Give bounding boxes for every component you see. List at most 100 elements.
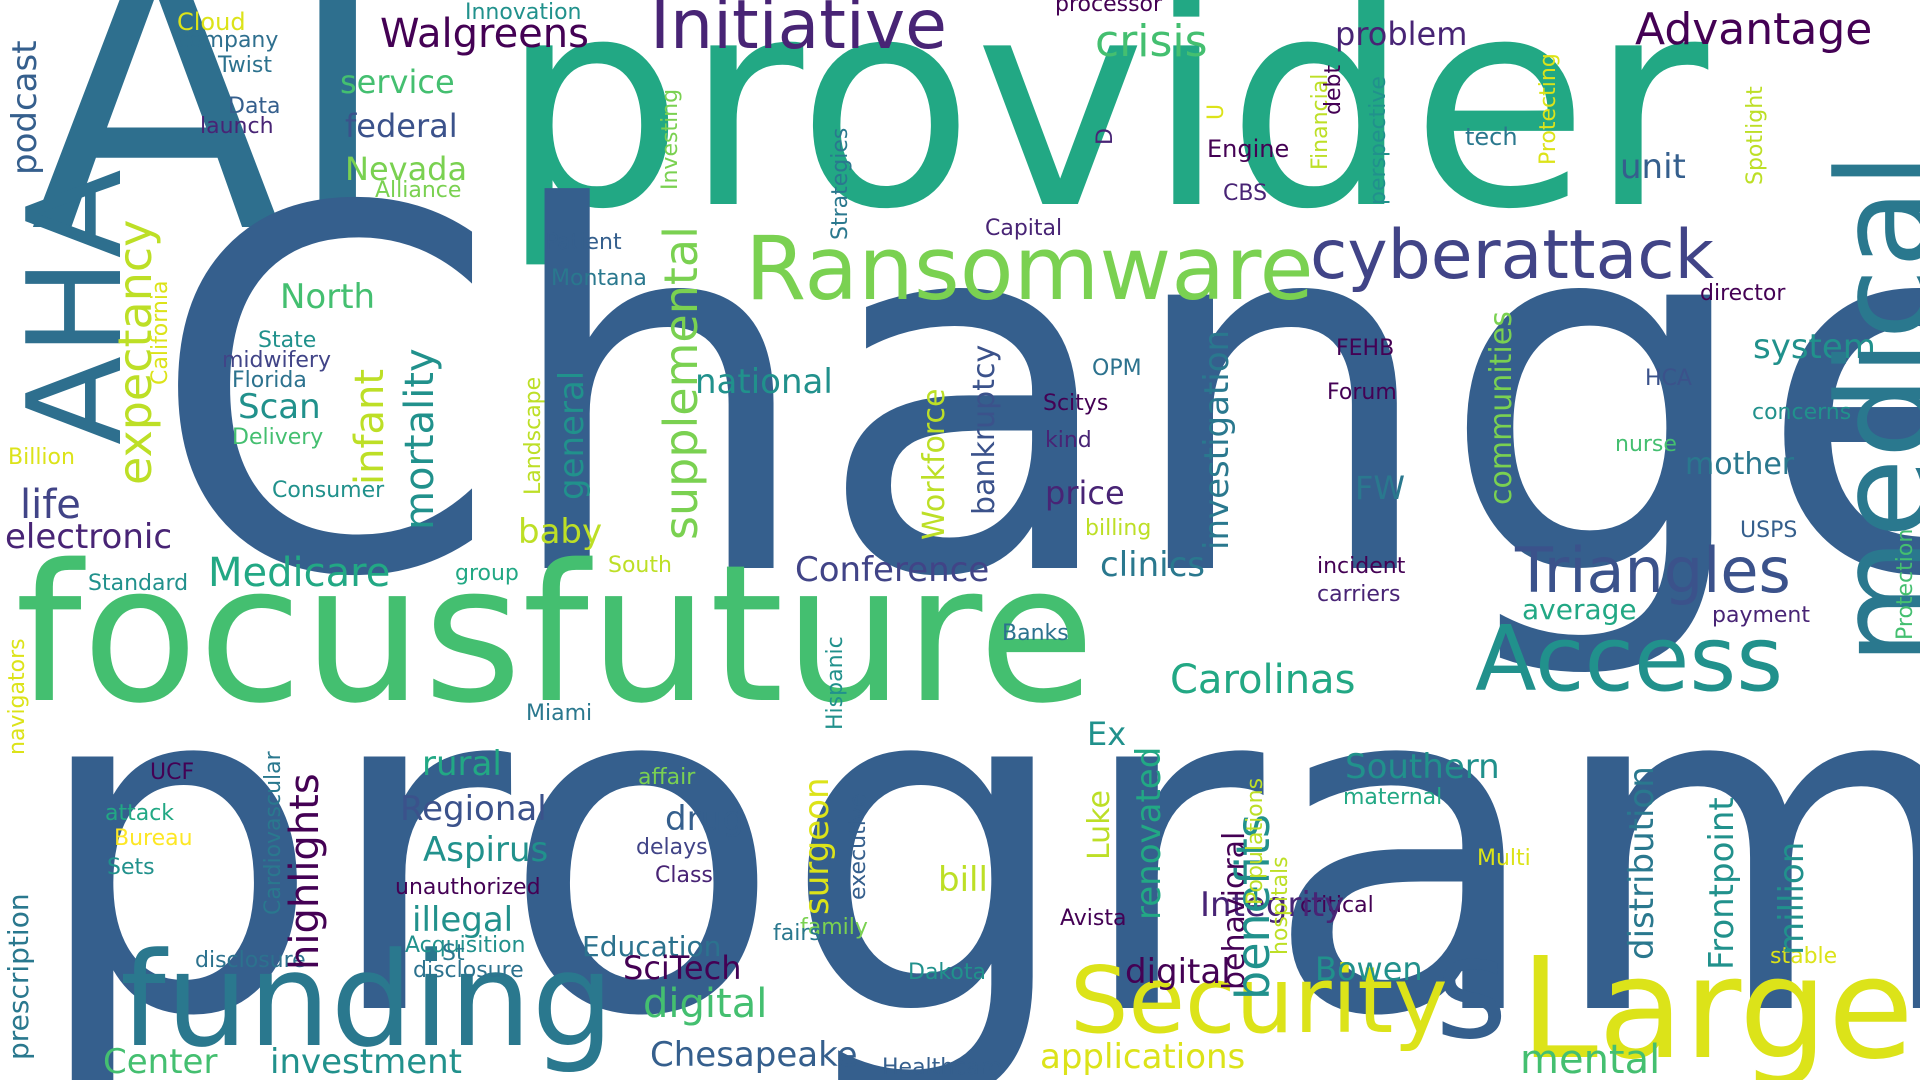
word-healthcare: Healthcare — [882, 1055, 1002, 1080]
word-alliance: Alliance — [375, 178, 462, 203]
word-navigators: navigators — [5, 638, 30, 755]
word-investment: investment — [270, 1042, 462, 1080]
word-clinics: clinics — [1100, 545, 1205, 585]
word-medicare: Medicare — [208, 550, 391, 596]
word-investing: Investing — [658, 88, 683, 190]
word-conference: Conference — [795, 550, 990, 590]
word-ucf: UCF — [150, 760, 195, 785]
word-unauthorized: unauthorized — [395, 875, 541, 900]
word-standard: Standard — [88, 571, 189, 596]
word-price: price — [1045, 474, 1125, 512]
word-launch: launch — [200, 114, 274, 139]
word-st-letter: fairs — [773, 921, 821, 946]
word-perspective: perspective — [1366, 76, 1391, 205]
word-critical: illegal — [412, 900, 514, 940]
word-center: Center — [103, 1042, 218, 1080]
word-protecting: Protecting — [1536, 53, 1561, 165]
word-twist: Twist — [218, 53, 272, 78]
word-infant: infant — [347, 368, 393, 485]
word-populations: Populations — [1243, 777, 1268, 905]
word-communities: communities — [1484, 311, 1519, 505]
word-north: North — [280, 277, 376, 317]
word-director: director — [1700, 281, 1786, 306]
word-drug: drug — [665, 799, 744, 839]
word-tech: tech — [1465, 123, 1518, 151]
word-attack: attack — [105, 801, 175, 826]
word-avista: Avista — [1060, 906, 1127, 931]
word-cloud: AI provider Change focusfuture program R… — [0, 0, 1920, 1080]
word-engine: Engine — [1207, 135, 1290, 163]
word-kind: kind — [1045, 428, 1092, 453]
word-supplemental: supplemental — [654, 226, 708, 540]
word-miami: Miami — [526, 701, 593, 726]
word-mortality: mortality — [397, 348, 443, 530]
word-federal: federal — [345, 107, 458, 145]
word-surgeon: surgeon — [797, 777, 837, 916]
word-renovated: renovated — [1129, 746, 1169, 920]
word-billion: Billion — [8, 445, 75, 470]
word-company: company — [177, 28, 279, 53]
word-prescription: prescription — [2, 893, 35, 1060]
word-landscape: Landscape — [521, 376, 546, 495]
word-patient: Patient — [545, 230, 622, 255]
word-south: South — [608, 553, 672, 578]
word-advantage: Advantage — [1635, 4, 1873, 55]
word-billing: billing — [1085, 516, 1152, 541]
word-executive: executive — [846, 793, 871, 900]
word-aspirus: Aspirus — [423, 830, 549, 870]
word-illegal: bill — [938, 860, 988, 900]
word-acquisition: Acquisition — [405, 933, 526, 958]
word-fw: FW — [1355, 469, 1406, 507]
word-capital: Capital — [985, 216, 1063, 241]
word-regional: Regional — [400, 789, 547, 829]
word-bankruptcy: bankruptcy — [967, 344, 1002, 515]
word-applications: applications — [1040, 1037, 1246, 1077]
word-opm: OPM — [1092, 356, 1142, 381]
word-national: national — [695, 362, 833, 402]
word-u: U — [1204, 103, 1229, 120]
word-spotlight: Spotlight — [1743, 86, 1768, 185]
word-access: Access — [1475, 607, 1784, 712]
word-hospitals: hospitals — [1268, 856, 1293, 955]
word-stable: disclosure — [413, 958, 524, 983]
word-podcast: podcast — [5, 40, 45, 175]
word-bureau: Bureau — [114, 826, 193, 851]
word-hca: HCA — [1645, 366, 1692, 391]
word-d: D — [1093, 128, 1118, 145]
word-mental: mental — [1520, 1037, 1661, 1080]
word-payment: payment — [1712, 603, 1811, 628]
word-affair: affair — [638, 765, 696, 790]
word-service: service — [340, 63, 455, 101]
word-electronic: electronic — [5, 517, 173, 557]
word-scitys: Scitys — [1043, 391, 1109, 416]
word-million: million — [1772, 841, 1812, 955]
word-average: average — [1522, 593, 1637, 626]
word-cyberattack: cyberattack — [1310, 216, 1715, 295]
word-unit: unit — [1620, 147, 1686, 187]
word-highlights: highlights — [282, 773, 328, 970]
word-group: group — [455, 561, 519, 586]
word-cbs: CBS — [1223, 181, 1268, 206]
word-montana: Montana — [551, 266, 647, 291]
word-bowen: Bowen — [1315, 950, 1423, 988]
word-innovation: Innovation — [465, 0, 582, 25]
word-ex: Ex — [1087, 715, 1127, 753]
word-usps: USPS — [1740, 518, 1798, 543]
word-mother: mother — [1685, 447, 1795, 482]
word-carriers: carriers — [1317, 582, 1401, 607]
word-general: general — [552, 370, 592, 500]
word-rural: rural — [422, 744, 502, 784]
word-delivery: Delivery — [232, 425, 324, 450]
word-southern: Southern — [1345, 747, 1500, 787]
word-maternal: maternal — [1343, 785, 1443, 810]
word-initiative: Initiative — [650, 0, 947, 65]
word-fehb: FEHB — [1336, 336, 1395, 361]
word-baby: baby — [518, 512, 603, 552]
word-scan: Scan — [238, 387, 321, 427]
word-nurse: nurse — [1615, 432, 1677, 457]
word-incident: incident — [1317, 554, 1406, 579]
word-crisis: crisis — [1095, 16, 1208, 67]
word-protection: Protection — [1893, 528, 1918, 640]
word-hispanic: Hispanic — [823, 636, 848, 730]
word-multi: Multi — [1477, 846, 1531, 871]
